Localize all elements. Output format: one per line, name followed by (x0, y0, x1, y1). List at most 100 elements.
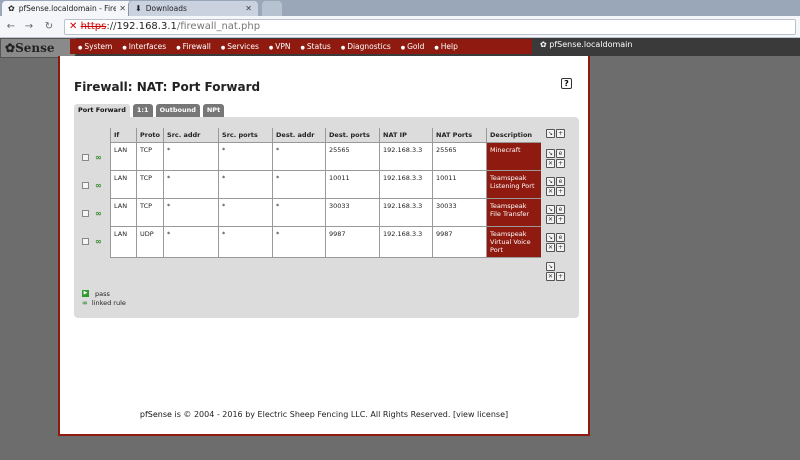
cell-proto: TCP (135, 198, 164, 227)
menu-item-label: Status (306, 42, 331, 51)
browser-tab-title: pfSense.localdomain - Firewa (18, 4, 117, 13)
table-row[interactable]: LAN TCP * * * 25565 192.168.3.3 25565 Mi… (110, 142, 541, 171)
rule-checkbox[interactable] (82, 182, 89, 189)
help-icon[interactable]: ? (561, 78, 572, 89)
delete-rule-icon[interactable]: ✕ (546, 243, 555, 252)
reload-icon[interactable]: ↻ (42, 20, 56, 34)
delete-rule-icon[interactable]: ✕ (546, 159, 555, 168)
menu-bullet-icon: ● (300, 45, 305, 51)
pfsense-logo[interactable]: ✿Sense (0, 38, 76, 58)
cell-src-ports: * (218, 170, 273, 199)
close-tab-icon[interactable]: ✕ (245, 4, 252, 13)
linked-rule-icon: ∞ (95, 181, 102, 190)
url-bar[interactable]: ✕ https://192.168.3.1/firewall_nat.php (64, 19, 796, 35)
nat-tabs: Port Forward 1:1 Outbound NPt (74, 104, 227, 117)
add-rule-top-icon[interactable]: + (556, 129, 565, 138)
url-path: /firewall_nat.php (176, 21, 261, 32)
cell-description: Minecraft (486, 142, 541, 171)
menu-item-vpn[interactable]: ● VPN (269, 42, 291, 51)
delete-rule-icon[interactable]: ✕ (546, 215, 555, 224)
move-end-icon[interactable]: ↘ (546, 262, 555, 271)
tab-1-1[interactable]: 1:1 (132, 104, 153, 117)
delete-selected-icon[interactable]: ✕ (546, 272, 555, 281)
row-actions: ↘ e ✕ + (546, 177, 565, 196)
delete-rule-icon[interactable]: ✕ (546, 187, 555, 196)
row-controls: ∞ (82, 181, 102, 190)
col-src-ports: Src. ports (218, 128, 273, 143)
cell-proto: UDP (135, 226, 164, 258)
port-forward-table: If Proto Src. addr Src. ports Dest. addr… (110, 128, 541, 258)
move-before-icon[interactable]: ↘ (546, 205, 555, 214)
browser-tab-downloads[interactable]: ⬇ Downloads ✕ (128, 1, 258, 16)
move-before-icon[interactable]: ↘ (546, 233, 555, 242)
edit-rule-icon[interactable]: e (556, 233, 565, 242)
footer-actions: ↘ ✕ + (546, 262, 565, 281)
edit-rule-icon[interactable]: e (556, 177, 565, 186)
cell-nat-ports: 25565 (432, 142, 487, 171)
cell-nat-ip: 192.168.3.3 (379, 142, 433, 171)
cell-dest-addr: * (272, 142, 326, 171)
tab-port-forward[interactable]: Port Forward (74, 104, 130, 117)
cell-nat-ip: 192.168.3.3 (379, 226, 433, 258)
menu-item-services[interactable]: ● Services (221, 42, 259, 51)
page-footer: pfSense is © 2004 - 2016 by Electric She… (60, 410, 588, 419)
menu-item-firewall[interactable]: ● Firewall (176, 42, 211, 51)
col-dest-addr: Dest. addr (272, 128, 326, 143)
add-based-on-icon[interactable]: + (556, 187, 565, 196)
close-tab-icon[interactable]: ✕ (119, 4, 126, 13)
menu-item-system[interactable]: ● System (78, 42, 112, 51)
hostname-label: ✿ pfSense.localdomain (540, 40, 632, 49)
view-license-link[interactable]: view license (456, 410, 505, 419)
add-based-on-icon[interactable]: + (556, 159, 565, 168)
legend-pass: ▶ pass (82, 289, 126, 298)
menu-item-gold[interactable]: ● Gold (401, 42, 425, 51)
forward-arrow-icon[interactable]: → (22, 20, 36, 34)
menu-item-interfaces[interactable]: ● Interfaces (122, 42, 166, 51)
ssl-warning-icon: ✕ (69, 21, 78, 32)
new-tab-button[interactable] (262, 1, 282, 16)
menu-item-status[interactable]: ● Status (301, 42, 331, 51)
tab-npt[interactable]: NPt (202, 104, 225, 117)
tab-outbound[interactable]: Outbound (155, 104, 200, 117)
col-description: Description (486, 128, 541, 143)
move-selected-icon[interactable]: ↘ (546, 129, 555, 138)
menu-item-diagnostics[interactable]: ● Diagnostics (341, 42, 391, 51)
add-based-on-icon[interactable]: + (556, 243, 565, 252)
page-title: Firewall: NAT: Port Forward (74, 80, 261, 94)
edit-rule-icon[interactable]: e (556, 149, 565, 158)
move-before-icon[interactable]: ↘ (546, 177, 555, 186)
pfsense-favicon-icon: ✿ (8, 4, 15, 13)
back-arrow-icon[interactable]: ← (4, 20, 18, 34)
rule-checkbox[interactable] (82, 210, 89, 217)
host-sheep-icon: ✿ (540, 40, 547, 49)
menu-bullet-icon: ● (400, 45, 406, 51)
url-host: 192.168.3.1 (116, 21, 177, 32)
col-nat-ip: NAT IP (379, 128, 433, 143)
browser-tab-active[interactable]: ✿ pfSense.localdomain - Firewa ✕ (2, 1, 132, 16)
cell-src-ports: * (218, 226, 273, 258)
rule-checkbox[interactable] (82, 154, 89, 161)
table-row[interactable]: LAN TCP * * * 30033 192.168.3.3 30033 Te… (110, 198, 541, 227)
move-before-icon[interactable]: ↘ (546, 149, 555, 158)
legend-pass-label: pass (95, 289, 110, 298)
add-based-on-icon[interactable]: + (556, 215, 565, 224)
rule-checkbox[interactable] (82, 238, 89, 245)
menu-bullet-icon: ● (220, 45, 226, 51)
menu-bullet-icon: ● (122, 45, 127, 51)
footer-text: is © 2004 - 2016 by Electric Sheep Fenci… (171, 410, 457, 419)
page-content: ? Firewall: NAT: Port Forward Port Forwa… (58, 56, 590, 436)
table-row[interactable]: LAN TCP * * * 10011 192.168.3.3 10011 Te… (110, 170, 541, 199)
table-row[interactable]: LAN UDP * * * 9987 192.168.3.3 9987 Team… (110, 226, 541, 258)
edit-rule-icon[interactable]: e (556, 205, 565, 214)
main-menu: ● System ● Interfaces ● Firewall ● Services … (70, 39, 532, 54)
header-actions: ↘ + (546, 129, 565, 138)
cell-nat-ports: 10011 (432, 170, 487, 199)
download-icon: ⬇ (135, 4, 142, 13)
menu-item-help[interactable]: ● Help (434, 42, 457, 51)
url-scheme: https (80, 21, 107, 32)
cell-src-ports: * (218, 142, 273, 171)
cell-nat-ip: 192.168.3.3 (379, 170, 433, 199)
add-rule-bottom-icon[interactable]: + (556, 272, 565, 281)
legend-linked: ∞ linked rule (82, 298, 126, 307)
cell-proto: TCP (135, 142, 164, 171)
